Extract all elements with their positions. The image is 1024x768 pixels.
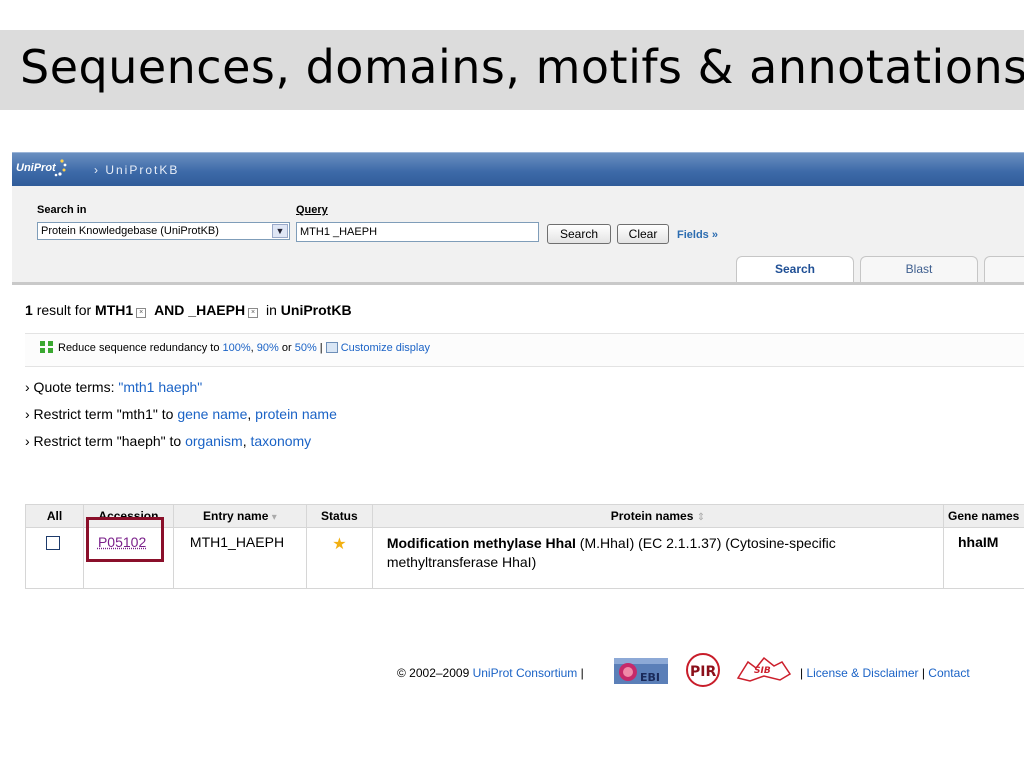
redundancy-50-link[interactable]: 50%	[295, 342, 317, 354]
quote-terms-link[interactable]: "mth1 haeph"	[118, 379, 202, 395]
restrict-mth1-label: › Restrict term "mth1" to	[25, 406, 174, 422]
query-operator: AND	[154, 302, 185, 318]
gene-name-link[interactable]: gene name	[177, 406, 247, 422]
protein-name-link[interactable]: protein name	[255, 406, 337, 422]
ebi-logo[interactable]: EBI	[612, 654, 670, 688]
contact-link[interactable]: Contact	[928, 666, 969, 680]
copyright-text: © 2002–2009	[397, 666, 470, 680]
pir-logo-text: PIR	[690, 664, 716, 680]
ebi-logo-text: EBI	[640, 671, 660, 684]
star-icon: ★	[332, 536, 347, 553]
result-count: 1	[25, 302, 33, 318]
redundancy-90-link[interactable]: 90%	[257, 342, 279, 354]
database-select[interactable]: Protein Knowledgebase (UniProtKB)	[37, 222, 290, 240]
uniprot-logo-icon	[54, 159, 67, 177]
query-term-2: _HAEPH	[188, 302, 246, 318]
breadcrumb[interactable]: › UniProtKB	[94, 163, 179, 177]
chevron-down-icon[interactable]: ▼	[272, 224, 288, 238]
in-text: in	[265, 302, 277, 318]
pir-logo[interactable]: PIR	[684, 652, 722, 688]
result-for-text: result for	[36, 302, 92, 318]
redundancy-options: Reduce sequence redundancy to 100%, 90% …	[40, 341, 430, 354]
clear-button[interactable]: Clear	[617, 224, 669, 244]
column-all[interactable]: All	[25, 504, 84, 528]
sort-arrow-icon[interactable]: ⇕	[697, 512, 705, 523]
search-button[interactable]: Search	[547, 224, 611, 244]
result-database: UniProtKB	[280, 302, 352, 318]
protein-name-primary: Modification methylase HhaI	[386, 535, 576, 551]
uniprot-logo[interactable]: UniProt	[16, 162, 56, 174]
column-status[interactable]: Status	[305, 504, 373, 528]
sib-logo-text: SIB	[754, 666, 771, 676]
sib-logo[interactable]: SIB	[734, 654, 794, 684]
license-link[interactable]: License & Disclaimer	[806, 666, 918, 680]
tab-search[interactable]: Search	[736, 256, 854, 282]
restrict-haeph-line: › Restrict term "haeph" to organism, tax…	[25, 433, 312, 449]
column-gene-names[interactable]: Gene names	[942, 504, 1024, 528]
result-summary: 1 result for MTH1 × AND _HAEPH × in UniPro…	[25, 302, 352, 318]
quote-terms-label: › Quote terms:	[25, 379, 115, 395]
customize-icon	[325, 342, 338, 353]
column-entry-name-label: Entry name	[203, 509, 269, 523]
footer-links: | License & Disclaimer | Contact	[800, 666, 970, 680]
status-cell: ★	[305, 527, 373, 589]
search-in-label: Search in	[37, 204, 87, 216]
taxonomy-link[interactable]: taxonomy	[250, 433, 311, 449]
table-row: P05102 MTH1_HAEPH ★ Modification methyla…	[25, 527, 1024, 589]
restrict-haeph-label: › Restrict term "haeph" to	[25, 433, 182, 449]
restrict-mth1-line: › Restrict term "mth1" to gene name, pro…	[25, 406, 337, 422]
customize-display-link[interactable]: Customize display	[341, 342, 430, 354]
column-protein-names[interactable]: Protein names ⇕	[371, 504, 944, 528]
or-text: or	[281, 342, 292, 354]
accession-highlight-box	[86, 517, 164, 562]
redundancy-text: Reduce sequence redundancy to	[58, 342, 220, 354]
tab-blast[interactable]: Blast	[860, 256, 978, 282]
entry-name-cell: MTH1_HAEPH	[172, 527, 307, 589]
query-term-1: MTH1	[95, 302, 134, 318]
slide-title: Sequences, domains, motifs & annotations	[20, 40, 1024, 94]
results-table: All Accession Entry name ▾ Status Protei…	[25, 504, 1024, 589]
consortium-link[interactable]: UniProt Consortium	[473, 666, 578, 680]
reduce-redundancy-icon	[40, 341, 54, 353]
redundancy-100-link[interactable]: 100%	[223, 342, 251, 354]
tab-more[interactable]	[984, 256, 1024, 282]
organism-link[interactable]: organism	[185, 433, 243, 449]
row-checkbox[interactable]	[46, 536, 60, 550]
column-entry-name[interactable]: Entry name ▾	[172, 504, 307, 528]
remove-term-icon[interactable]: ×	[136, 308, 147, 318]
sort-arrow-icon[interactable]: ▾	[272, 512, 277, 523]
query-label[interactable]: Query	[296, 204, 328, 216]
column-protein-names-label: Protein names	[610, 509, 694, 523]
quote-terms-line: › Quote terms: "mth1 haeph"	[25, 379, 202, 395]
row-select-cell	[25, 527, 84, 589]
query-input[interactable]: MTH1 _HAEPH	[296, 222, 539, 242]
gene-names-cell: hhaIM	[942, 527, 1024, 589]
table-header-row: All Accession Entry name ▾ Status Protei…	[25, 504, 1024, 528]
protein-names-cell: Modification methylase HhaI (M.HhaI) (EC…	[371, 527, 944, 589]
fields-link[interactable]: Fields »	[677, 229, 718, 241]
footer-copyright: © 2002–2009 UniProt Consortium |	[397, 666, 584, 680]
remove-term-icon[interactable]: ×	[248, 308, 259, 318]
